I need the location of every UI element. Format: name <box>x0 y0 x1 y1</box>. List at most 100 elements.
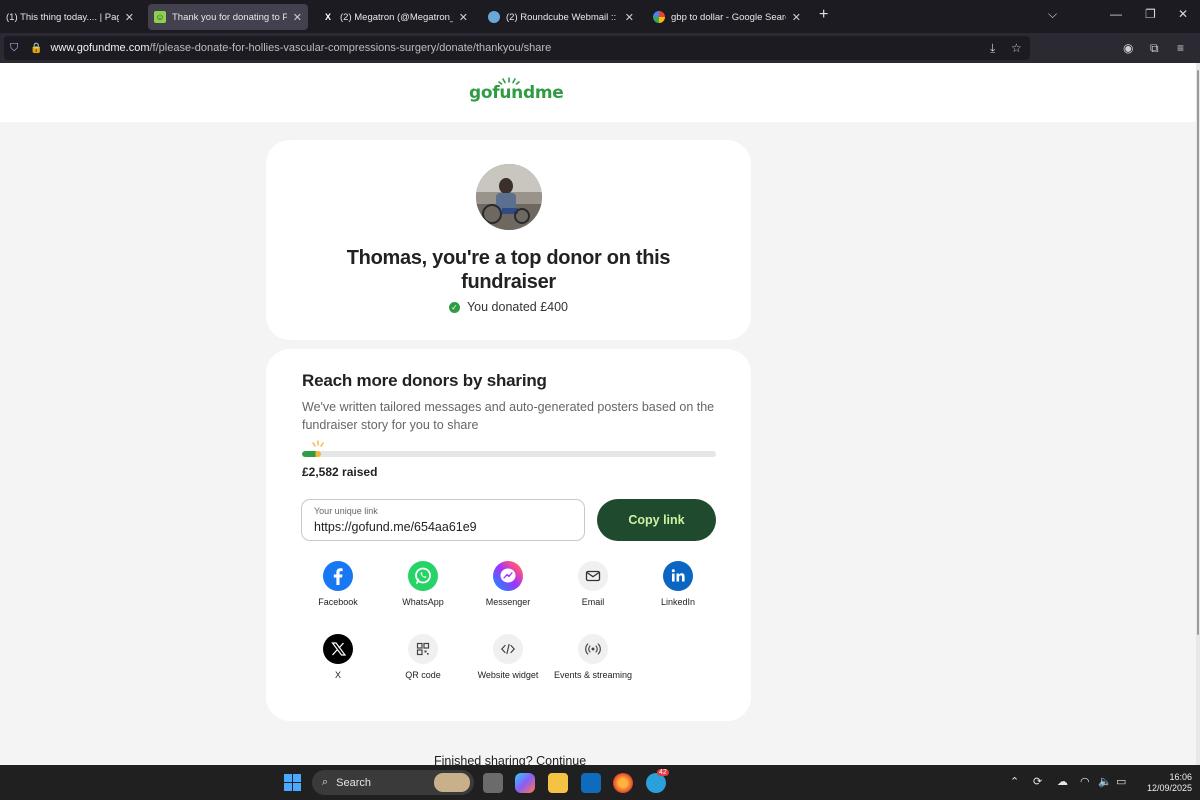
close-window-icon[interactable]: ✕ <box>1178 7 1188 21</box>
task-view-icon[interactable] <box>483 773 503 793</box>
share-label: X <box>334 670 341 680</box>
account-icon[interactable]: ◉ <box>1123 41 1133 55</box>
clock-date: 12/09/2025 <box>1146 783 1192 793</box>
tab-google-search[interactable]: gbp to dollar - Google Search ✕ <box>647 4 807 30</box>
copy-link-button[interactable]: Copy link <box>597 499 716 541</box>
roundcube-favicon-icon <box>488 11 500 23</box>
google-favicon-icon <box>653 11 665 23</box>
share-x-button[interactable]: X <box>298 634 378 681</box>
unique-link-label: Your unique link <box>314 506 378 516</box>
share-whatsapp-button[interactable]: WhatsApp <box>383 561 463 608</box>
share-card: Reach more donors by sharing We've writt… <box>266 349 751 721</box>
x-favicon-icon: X <box>324 12 331 22</box>
bookmark-star-icon[interactable]: ☆ <box>1011 41 1022 55</box>
messenger-icon <box>493 561 523 591</box>
search-icon: ⌕ <box>322 776 329 788</box>
clock-time: 16:06 <box>1169 772 1192 782</box>
volume-icon[interactable]: 🔈 <box>1098 775 1112 788</box>
x-icon <box>323 634 353 664</box>
share-website-widget-button[interactable]: Website widget <box>468 634 548 681</box>
tab-title: (2) Megatron (@Megatron_ron) <box>340 11 453 23</box>
share-label: WhatsApp <box>402 597 444 607</box>
share-label: LinkedIn <box>660 597 696 607</box>
share-label: Messenger <box>485 597 531 607</box>
share-qr-code-button[interactable]: QR code <box>383 634 463 681</box>
windows-start-icon[interactable] <box>284 774 301 791</box>
tab-title: (1) This thing today.... | Page 2 | <box>6 11 119 23</box>
firefox-icon[interactable] <box>613 773 633 793</box>
address-bar[interactable]: ⛉ 🔒 www.gofundme.com/f/please-donate-for… <box>4 36 1030 60</box>
tracking-protection-shield-icon[interactable]: ⛉ <box>10 42 22 55</box>
donation-confirmation: ✓ You donated £400 <box>266 300 751 314</box>
minimize-icon[interactable]: — <box>1110 7 1122 21</box>
wifi-icon[interactable]: ◠ <box>1080 775 1090 788</box>
close-tab-icon[interactable]: ✕ <box>125 11 134 24</box>
tab-x-megatron[interactable]: X (2) Megatron (@Megatron_ron) ✕ <box>316 4 474 30</box>
email-icon <box>578 561 608 591</box>
tab-title: Thank you for donating to Pleas <box>172 11 287 23</box>
unique-link-field[interactable]: Your unique link https://gofund.me/654aa… <box>301 499 585 541</box>
taskbar-search-placeholder: Search <box>336 776 372 789</box>
share-label: Events & streaming <box>553 670 633 680</box>
navigation-toolbar: ⛉ 🔒 www.gofundme.com/f/please-donate-for… <box>0 33 1200 63</box>
copilot-icon[interactable] <box>515 773 535 793</box>
share-label: Website widget <box>477 670 539 680</box>
url-domain: www.gofundme.com <box>50 42 150 54</box>
check-circle-icon: ✓ <box>448 301 460 313</box>
close-tab-icon[interactable]: ✕ <box>293 11 302 24</box>
extensions-icon[interactable]: ⧉ <box>1150 41 1159 56</box>
facebook-icon <box>323 561 353 591</box>
gofundme-favicon-icon: ☺ <box>154 11 166 23</box>
save-page-icon[interactable]: ⤓ <box>990 41 995 56</box>
fundraiser-progress-bar <box>302 451 716 457</box>
restore-icon[interactable]: ❐ <box>1145 7 1156 21</box>
telegram-icon[interactable] <box>646 773 666 793</box>
show-hidden-icons-chevron-icon[interactable]: ⌃ <box>1010 775 1019 788</box>
qr-code-icon <box>408 634 438 664</box>
outlook-icon[interactable] <box>581 773 601 793</box>
donated-amount-text: You donated £400 <box>466 300 569 314</box>
top-donor-heading: Thomas, you're a top donor on this fundr… <box>346 247 671 293</box>
new-tab-button[interactable]: + <box>819 6 828 24</box>
progress-sparkle-icon <box>312 440 324 447</box>
search-highlight-image <box>434 773 470 792</box>
progress-bar-fill <box>302 451 321 457</box>
share-label: Email <box>581 597 605 607</box>
share-events-streaming-button[interactable]: Events & streaming <box>553 634 633 681</box>
share-facebook-button[interactable]: Facebook <box>298 561 378 608</box>
share-linkedin-button[interactable]: LinkedIn <box>638 561 718 608</box>
telegram-badge: 42 <box>657 769 669 776</box>
share-heading: Reach more donors by sharing <box>302 371 547 390</box>
scrollbar-thumb[interactable] <box>1197 70 1199 635</box>
file-explorer-icon[interactable] <box>548 773 568 793</box>
windows-taskbar: ⌕ Search 42 ⌃ ⟳ ☁ ◠ 🔈 ▭ 16:06 12/09/2025 <box>0 765 1200 800</box>
tab-gofundme[interactable]: ☺ Thank you for donating to Pleas ✕ <box>148 4 308 30</box>
gofundme-logo[interactable]: gofundme <box>469 83 564 103</box>
linkedin-icon <box>663 561 693 591</box>
close-tab-icon[interactable]: ✕ <box>792 11 801 24</box>
menu-hamburger-icon[interactable]: ≡ <box>1177 41 1184 55</box>
close-tab-icon[interactable]: ✕ <box>625 11 634 24</box>
taskbar-clock[interactable]: 16:06 12/09/2025 <box>1138 772 1192 794</box>
tab-title: gbp to dollar - Google Search <box>671 11 786 23</box>
close-tab-icon[interactable]: ✕ <box>459 11 468 24</box>
url-text[interactable]: www.gofundme.com/f/please-donate-for-hol… <box>50 42 551 54</box>
cloud-offline-icon[interactable]: ☁ <box>1057 775 1068 788</box>
battery-icon[interactable]: ▭ <box>1116 775 1126 788</box>
share-email-button[interactable]: Email <box>553 561 633 608</box>
lock-icon[interactable]: 🔒 <box>30 43 42 54</box>
browser-tab-bar: (1) This thing today.... | Page 2 | ✕ ☺ … <box>0 0 1200 33</box>
list-tabs-chevron-icon[interactable]: ⌵ <box>1048 7 1057 22</box>
taskbar-search-box[interactable]: ⌕ Search <box>312 770 474 795</box>
top-donor-card: Thomas, you're a top donor on this fundr… <box>266 140 751 340</box>
site-header: gofundme <box>0 63 1196 122</box>
share-messenger-button[interactable]: Messenger <box>468 561 548 608</box>
organizer-avatar <box>476 164 542 230</box>
unique-link-value[interactable]: https://gofund.me/654aa61e9 <box>314 520 477 534</box>
tab-forum[interactable]: (1) This thing today.... | Page 2 | ✕ <box>0 4 140 30</box>
broadcast-icon <box>578 634 608 664</box>
sync-icon[interactable]: ⟳ <box>1033 775 1042 788</box>
whatsapp-icon <box>408 561 438 591</box>
amount-raised: £2,582 raised <box>302 465 378 479</box>
tab-roundcube[interactable]: (2) Roundcube Webmail :: Inbox ✕ <box>482 4 640 30</box>
